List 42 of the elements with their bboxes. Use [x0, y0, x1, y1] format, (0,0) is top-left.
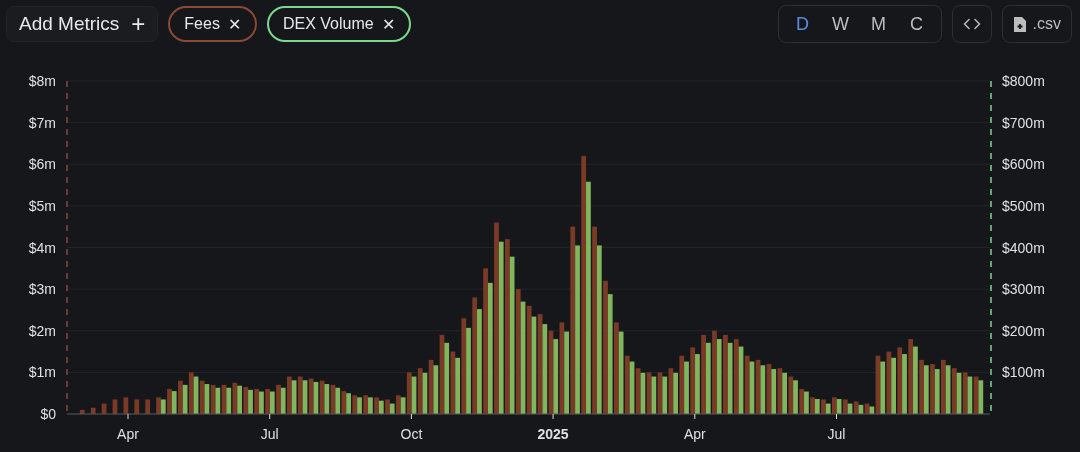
bar [101, 403, 107, 414]
period-tab[interactable]: W [822, 12, 859, 36]
bar [145, 399, 151, 414]
y-axis-label: $2m [28, 322, 56, 339]
y-axis-label: $0 [40, 406, 56, 422]
y-axis-label: $6m [28, 156, 56, 173]
metric-label: Fees [184, 15, 220, 33]
y-axis-label: $5m [28, 197, 56, 214]
add-metrics-button[interactable]: Add Metrics + [6, 6, 159, 42]
y-axis-label: $3m [28, 281, 56, 298]
remove-button[interactable]: ✕ [381, 14, 395, 34]
bar [90, 407, 96, 414]
y-axis-label: $4m [28, 239, 56, 256]
y-axis-label: $100m [1002, 364, 1045, 381]
y-axis-label: $600m [1002, 156, 1045, 173]
x-axis-label: Jul [827, 426, 846, 442]
y-axis-label: $7m [28, 114, 56, 131]
y-axis-label: $800m [1002, 73, 1045, 89]
csv-button[interactable]: .csv [1001, 5, 1072, 43]
bar [123, 397, 129, 414]
y-axis-label: $200m [1002, 322, 1045, 339]
y-axis-label: $8m [28, 73, 56, 89]
y-axis-label: $500m [1002, 197, 1045, 214]
embed-button[interactable] [951, 5, 992, 43]
x-axis-label: Apr [683, 426, 706, 442]
period-tab[interactable]: D [784, 12, 821, 36]
bar [112, 399, 118, 414]
period-tab[interactable]: C [898, 12, 935, 36]
y-axis-label: $400m [1002, 239, 1045, 256]
remove-button[interactable]: ✕ [227, 14, 241, 34]
bar [134, 399, 140, 414]
y-axis-label: $700m [1002, 114, 1045, 131]
bar [79, 409, 85, 414]
y-axis-label: $1m [28, 364, 56, 381]
x-axis-label: Jul [260, 426, 279, 442]
y-axis-label: $300m [1002, 281, 1045, 298]
file-icon [1012, 15, 1027, 33]
x-axis-label: Apr [117, 426, 139, 442]
x-axis-label: Oct [400, 426, 423, 442]
metric-label: DEX Volume [282, 15, 374, 33]
period-tab[interactable]: M [860, 12, 897, 36]
x-axis-label: 2025 [537, 426, 569, 442]
